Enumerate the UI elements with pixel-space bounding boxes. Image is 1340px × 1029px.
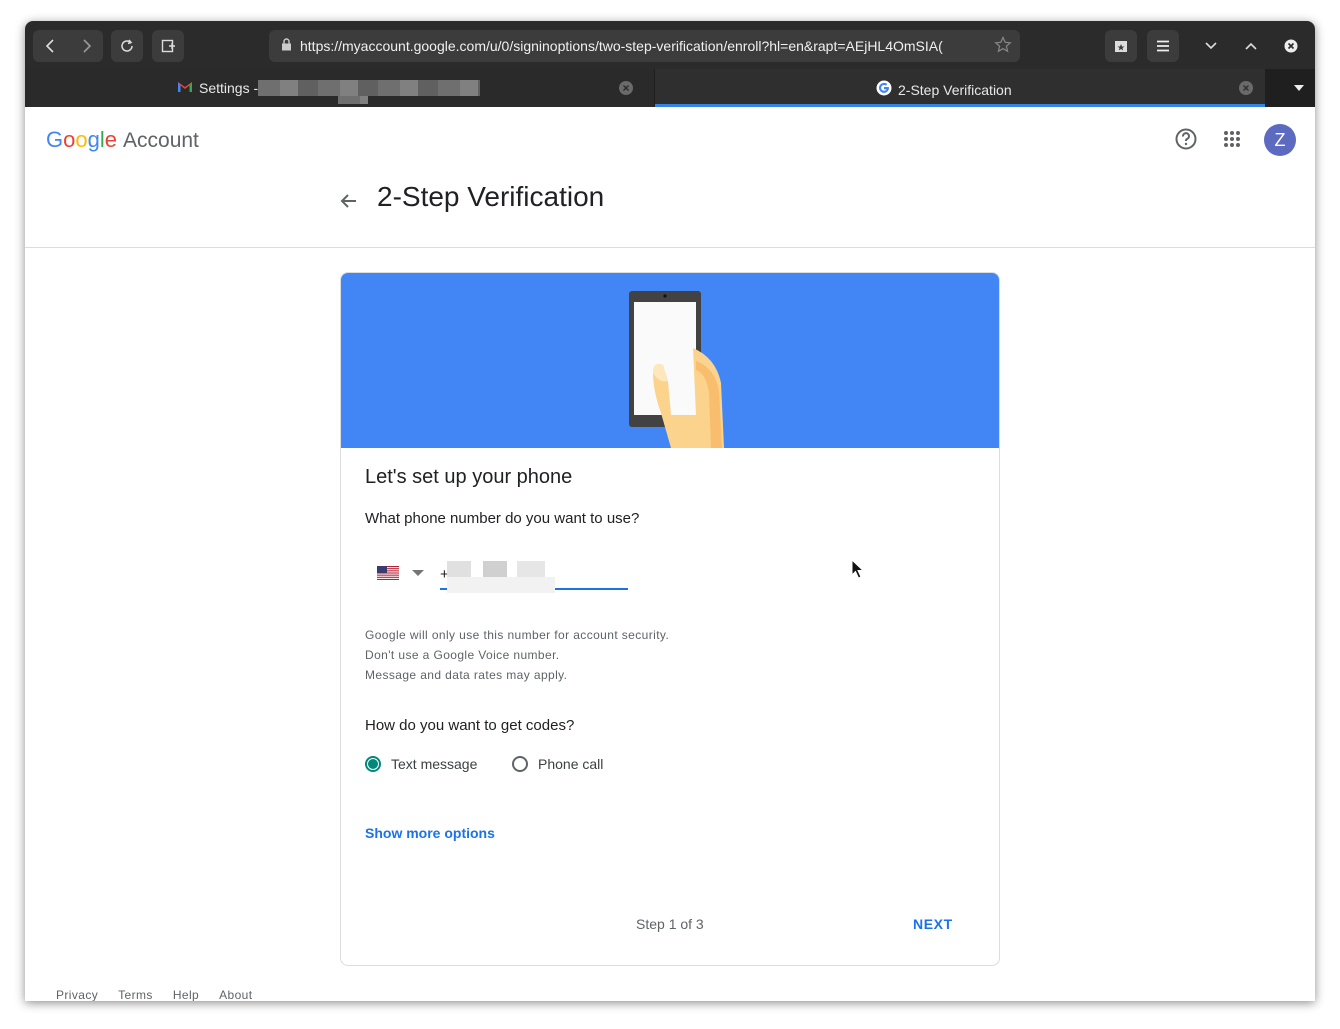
tab-title: Settings - [199, 80, 259, 96]
extensions-button[interactable] [1105, 30, 1137, 62]
chevron-down-icon [1205, 42, 1217, 50]
card-heading: Let's set up your phone [365, 466, 573, 488]
country-selector[interactable] [365, 558, 430, 590]
radio-label: Text message [391, 756, 478, 772]
close-window-button[interactable] [1278, 33, 1304, 59]
next-button[interactable]: NEXT [913, 916, 953, 932]
redacted-region [258, 80, 481, 96]
back-arrow-icon[interactable] [337, 189, 361, 213]
browser-toolbar: https://myaccount.google.com/u/0/signino… [25, 21, 1315, 69]
tab-list-button[interactable] [1283, 69, 1315, 107]
page-content: Google Account Z 2-Step Verification Let… [25, 107, 1315, 1001]
tab-bar: Settings - 2-Step Verification [25, 69, 1315, 107]
google-account-logo[interactable]: Google Account [46, 127, 199, 153]
redacted-region [447, 561, 555, 593]
reload-button[interactable] [111, 30, 143, 62]
tab-title: 2-Step Verification [898, 81, 1012, 98]
google-g-icon [876, 80, 892, 99]
minimize-button[interactable] [1198, 33, 1224, 59]
close-icon [1284, 39, 1298, 53]
logo-letter: o [63, 127, 76, 152]
redacted-region [338, 96, 368, 104]
browser-window: https://myaccount.google.com/u/0/signino… [25, 21, 1315, 1001]
radio-selected-icon [365, 756, 381, 772]
lock-icon [281, 38, 292, 54]
url-text: https://myaccount.google.com/u/0/signino… [300, 38, 943, 54]
logo-letter: e [104, 127, 118, 152]
radio-phone-call[interactable]: Phone call [512, 756, 603, 772]
help-icon[interactable] [1172, 125, 1200, 153]
radio-text-message[interactable]: Text message [365, 756, 477, 772]
phone-notes: Google will only use this number for acc… [365, 625, 669, 685]
footer-link-about[interactable]: About [219, 988, 252, 1001]
logo-suffix: Account [123, 129, 199, 152]
codes-question: How do you want to get codes? [365, 717, 575, 734]
logo-letter: o [75, 127, 88, 152]
chevron-down-icon [412, 570, 424, 576]
logo-letter: G [46, 127, 64, 152]
footer-links: Privacy Terms Help About [56, 988, 252, 1001]
page-title-bar: 2-Step Verification [25, 171, 1315, 248]
bookmark-star-icon[interactable] [990, 36, 1012, 57]
nav-buttons [33, 30, 103, 62]
new-tab-icon [161, 39, 175, 53]
phone-question: What phone number do you want to use? [365, 510, 640, 527]
note-line: Don't use a Google Voice number. [365, 648, 560, 662]
note-line: Google will only use this number for acc… [365, 628, 670, 642]
tab-2-step-verification[interactable]: 2-Step Verification [655, 69, 1265, 107]
gmail-icon [177, 80, 193, 96]
reload-icon [121, 39, 133, 52]
footer-link-privacy[interactable]: Privacy [56, 988, 98, 1001]
calendar-star-icon [1115, 41, 1127, 52]
tab-close-icon[interactable] [619, 81, 633, 95]
maximize-button[interactable] [1238, 33, 1264, 59]
phone-illustration [341, 273, 999, 448]
address-bar[interactable]: https://myaccount.google.com/u/0/signino… [269, 30, 1020, 62]
hamburger-icon [1157, 40, 1169, 52]
setup-card: Let's set up your phone What phone numbe… [340, 272, 1000, 966]
avatar[interactable]: Z [1264, 124, 1296, 156]
show-more-options-link[interactable]: Show more options [365, 825, 495, 841]
google-account-header: Google Account Z [25, 107, 1315, 171]
radio-label: Phone call [538, 756, 604, 772]
apps-grid-icon[interactable] [1218, 125, 1246, 153]
tab-close-icon[interactable] [1239, 81, 1253, 95]
us-flag-icon [377, 566, 399, 580]
chevron-up-icon [1245, 42, 1257, 50]
phone-number-row [365, 558, 665, 593]
logo-letter: g [87, 127, 100, 152]
caret-down-icon [1294, 85, 1304, 91]
step-indicator: Step 1 of 3 [636, 916, 704, 932]
forward-icon[interactable] [68, 39, 103, 53]
page-title: 2-Step Verification [377, 181, 605, 212]
menu-button[interactable] [1147, 30, 1179, 62]
new-tab-button[interactable] [152, 30, 184, 62]
footer-link-terms[interactable]: Terms [118, 988, 153, 1001]
note-line: Message and data rates may apply. [365, 668, 568, 682]
tab-settings[interactable]: Settings - [25, 69, 654, 107]
mouse-cursor-icon [851, 559, 865, 579]
radio-unselected-icon [512, 756, 528, 772]
back-icon[interactable] [33, 39, 68, 53]
footer-link-help[interactable]: Help [173, 988, 199, 1001]
